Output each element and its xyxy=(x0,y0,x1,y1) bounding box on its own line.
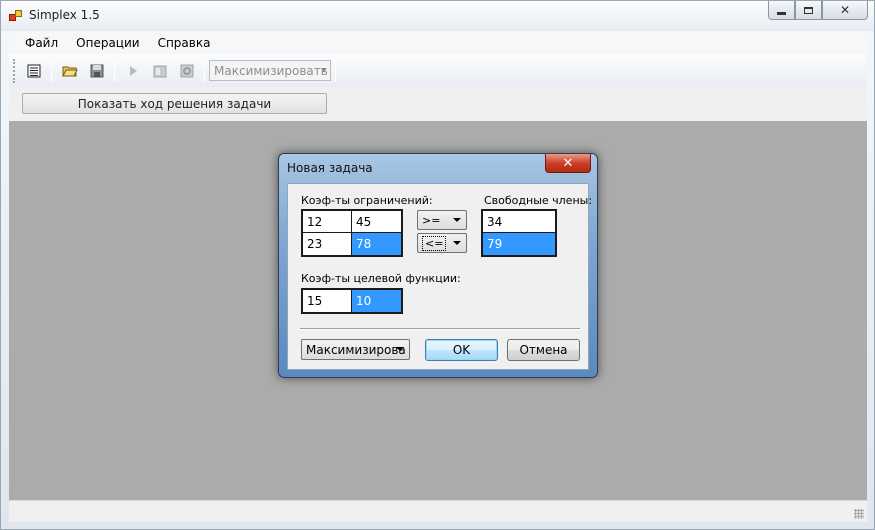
title-bar[interactable]: Simplex 1.5 ✕ xyxy=(1,1,874,31)
resize-grip[interactable] xyxy=(854,509,864,519)
save-disk-icon xyxy=(90,64,103,77)
show-solution-button[interactable]: Показать ход решения задачи xyxy=(22,93,327,114)
menu-operations[interactable]: Операции xyxy=(67,36,148,50)
free-term-cell-selected[interactable]: 79 xyxy=(483,233,555,255)
free-term-cell[interactable]: 34 xyxy=(483,211,555,233)
objective-cell-selected[interactable]: 10 xyxy=(352,290,401,312)
dialog-close-button[interactable]: ✕ xyxy=(545,154,591,173)
dialog-separator xyxy=(300,328,580,330)
menu-file[interactable]: Файл xyxy=(16,36,67,50)
constraints-grid: 12 45 23 78 xyxy=(301,209,403,257)
sign-value: >= xyxy=(422,213,441,227)
new-table-button[interactable] xyxy=(22,60,45,82)
run-play-icon xyxy=(129,65,137,76)
close-icon: ✕ xyxy=(839,3,851,17)
new-table-icon xyxy=(27,64,40,77)
constraint-cell[interactable]: 23 xyxy=(303,233,352,255)
objective-label: Коэф-ты целевой функции: xyxy=(301,272,461,285)
step-button[interactable] xyxy=(148,60,171,82)
constraints-label: Коэф-ты ограничений: xyxy=(301,194,433,207)
reset-icon xyxy=(180,64,193,77)
minimize-icon xyxy=(777,11,786,15)
dialog-mode-value: Максимизирова xyxy=(306,342,406,357)
optimization-mode-value: Максимизировать xyxy=(214,63,328,78)
chevron-down-icon xyxy=(396,347,404,351)
toolbar-separator xyxy=(114,59,115,82)
dialog-body: Коэф-ты ограничений: 12 45 23 78 >= <= С… xyxy=(287,183,593,370)
open-button[interactable] xyxy=(58,60,81,82)
main-window: Simplex 1.5 ✕ Файл Операции Справка Макс… xyxy=(0,0,875,530)
toolbar-separator xyxy=(204,59,205,82)
menu-help[interactable]: Справка xyxy=(149,36,220,50)
caption-buttons: ✕ xyxy=(768,1,868,21)
maximize-icon xyxy=(804,6,813,14)
objective-grid: 15 10 xyxy=(301,288,403,314)
close-button[interactable]: ✕ xyxy=(822,1,868,20)
free-terms-grid: 34 79 xyxy=(481,209,557,257)
optimization-mode-combo[interactable]: Максимизировать xyxy=(209,60,331,81)
constraint-cell[interactable]: 12 xyxy=(303,211,352,233)
status-bar xyxy=(9,500,867,522)
toolbar-separator xyxy=(335,59,336,82)
toolbar-separator xyxy=(51,59,52,82)
toolbar-grip[interactable] xyxy=(13,58,16,83)
constraint-cell-selected[interactable]: 78 xyxy=(352,233,401,255)
sign-combo-row1[interactable]: >= xyxy=(417,210,467,230)
maximize-button[interactable] xyxy=(795,1,822,20)
constraint-cell[interactable]: 45 xyxy=(352,211,401,233)
chevron-down-icon xyxy=(453,218,461,222)
chevron-down-icon xyxy=(453,241,461,245)
save-button[interactable] xyxy=(85,60,108,82)
menu-bar: Файл Операции Справка xyxy=(9,32,867,54)
open-folder-icon xyxy=(61,66,78,76)
cancel-button[interactable]: Отмена xyxy=(507,339,580,361)
app-icon xyxy=(9,9,23,23)
chevron-down-icon xyxy=(321,68,327,72)
free-terms-label: Свободные члены: xyxy=(484,194,593,207)
action-bar: Показать ход решения задачи xyxy=(9,87,867,121)
ok-button[interactable]: OK xyxy=(425,339,498,361)
minimize-button[interactable] xyxy=(768,1,795,20)
objective-cell[interactable]: 15 xyxy=(303,290,352,312)
dialog-mode-combo[interactable]: Максимизирова xyxy=(301,339,410,360)
window-title: Simplex 1.5 xyxy=(29,8,100,22)
toolbar: Максимизировать xyxy=(9,54,867,87)
new-task-dialog: Новая задача ✕ Коэф-ты ограничений: 12 4… xyxy=(278,153,598,378)
run-button[interactable] xyxy=(121,60,144,82)
sign-combo-row2[interactable]: <= xyxy=(417,233,467,253)
close-icon: ✕ xyxy=(562,155,574,171)
reset-button[interactable] xyxy=(175,60,198,82)
dialog-title: Новая задача xyxy=(287,161,373,175)
step-icon xyxy=(153,65,166,77)
sign-value: <= xyxy=(422,235,447,251)
